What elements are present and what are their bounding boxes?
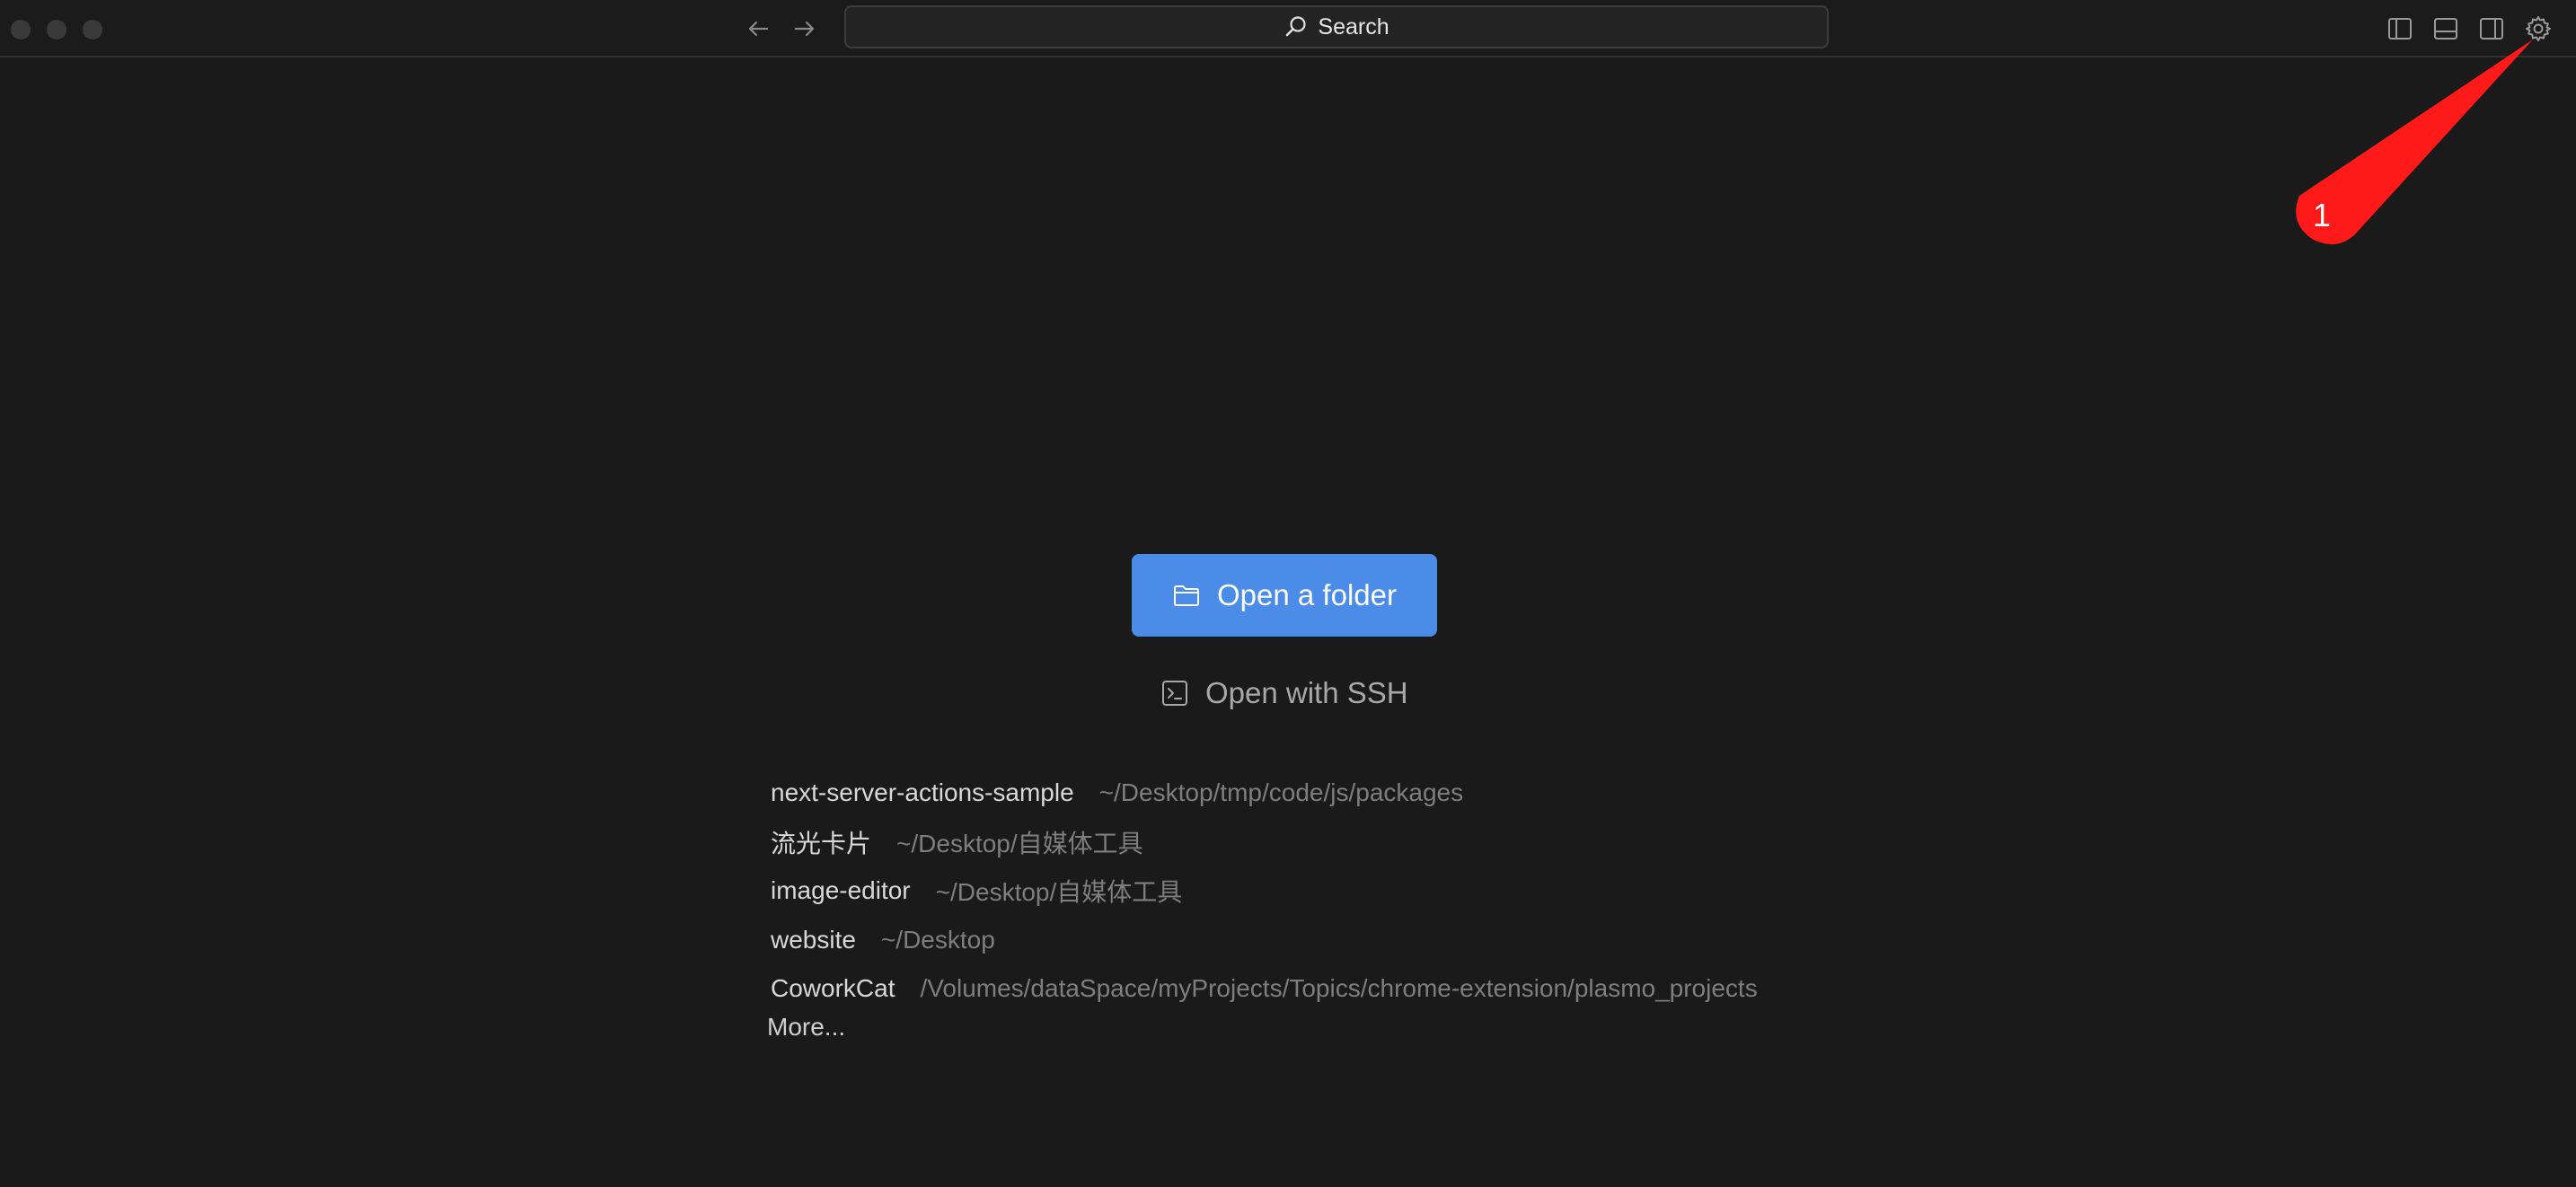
- recent-projects-list: next-server-actions-sample ~/Desktop/tmp…: [771, 769, 1938, 1014]
- toggle-bottom-panel-button[interactable]: [2430, 13, 2462, 45]
- back-button[interactable]: [742, 13, 774, 45]
- forward-button[interactable]: [789, 13, 821, 45]
- recent-project-name: image-editor: [771, 876, 911, 905]
- bottom-panel-icon: [2434, 18, 2457, 40]
- open-ssh-label: Open with SSH: [1205, 676, 1408, 709]
- recent-project-path: ~/Desktop: [880, 925, 995, 954]
- arrow-right-icon: [794, 21, 815, 37]
- open-ssh-button[interactable]: Open with SSH: [1160, 668, 1408, 718]
- settings-button[interactable]: [2522, 13, 2554, 45]
- recent-project-path: ~/Desktop/tmp/code/js/packages: [1098, 778, 1464, 807]
- open-folder-button[interactable]: Open a folder: [1132, 554, 1437, 637]
- left-panel-icon: [2388, 18, 2412, 40]
- recent-project-name: 流光卡片: [771, 829, 872, 857]
- toggle-right-panel-button[interactable]: [2475, 13, 2508, 45]
- more-projects-link[interactable]: More...: [767, 1013, 845, 1042]
- window-close-button[interactable]: [11, 20, 31, 40]
- toggle-left-panel-button[interactable]: [2384, 13, 2416, 45]
- window-maximize-button[interactable]: [83, 20, 102, 40]
- recent-project-name: CoworkCat: [771, 974, 895, 1003]
- search-bar[interactable]: Search: [844, 5, 1829, 48]
- recent-project-item[interactable]: website ~/Desktop: [771, 916, 1938, 965]
- app-window: Search Open a folder Open with SSH next-…: [0, 0, 2576, 1187]
- right-panel-icon: [2480, 18, 2503, 40]
- recent-project-item[interactable]: 流光卡片 ~/Desktop/自媒体工具: [771, 818, 1938, 867]
- open-folder-label: Open a folder: [1217, 578, 1397, 611]
- recent-project-item[interactable]: image-editor ~/Desktop/自媒体工具: [771, 866, 1938, 916]
- annotation-arrow: [2296, 40, 2533, 245]
- search-icon: [1286, 16, 1306, 37]
- recent-project-item[interactable]: CoworkCat /Volumes/dataSpace/myProjects/…: [771, 964, 1938, 1014]
- title-bar: Search: [0, 0, 2576, 57]
- gear-icon: [2526, 16, 2551, 41]
- annotation-marker-label: 1: [2313, 197, 2331, 233]
- recent-project-path: ~/Desktop/自媒体工具: [896, 829, 1143, 857]
- recent-project-path: /Volumes/dataSpace/myProjects/Topics/chr…: [920, 974, 1758, 1003]
- recent-project-path: ~/Desktop/自媒体工具: [935, 878, 1183, 907]
- window-minimize-button[interactable]: [47, 20, 66, 40]
- search-label: Search: [1318, 13, 1389, 40]
- recent-project-name: next-server-actions-sample: [771, 778, 1074, 807]
- recent-project-name: website: [771, 925, 856, 954]
- recent-project-item[interactable]: next-server-actions-sample ~/Desktop/tmp…: [771, 769, 1938, 818]
- terminal-icon: [1162, 681, 1187, 706]
- arrow-left-icon: [748, 21, 769, 37]
- folder-icon: [1174, 585, 1200, 606]
